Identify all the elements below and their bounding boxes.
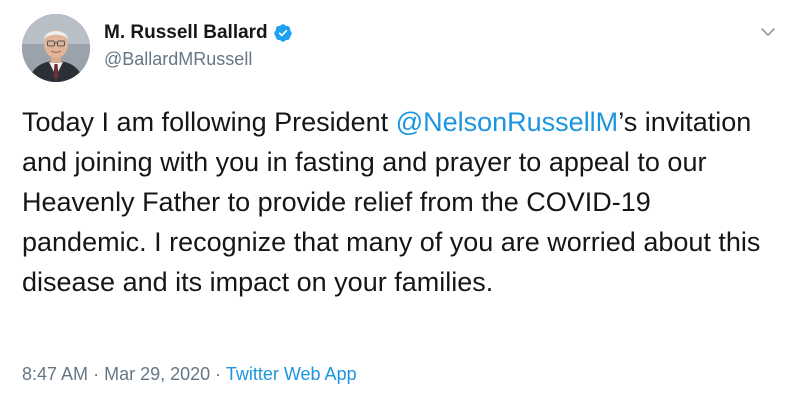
author-name-row[interactable]: M. Russell Ballard [104,22,293,44]
meta-separator: · [215,364,222,384]
mention-link[interactable]: @NelsonRussellM [396,107,618,137]
avatar-image [22,14,90,82]
author-handle[interactable]: @BallardMRussell [104,48,252,70]
tweet-time[interactable]: 8:47 AM [22,364,88,384]
chevron-down-icon[interactable] [758,22,778,42]
tweet-text: Today I am following President @NelsonRu… [22,102,782,302]
tweet-card: M. Russell Ballard @BallardMRussell Toda… [0,0,800,407]
tweet-source-link[interactable]: Twitter Web App [226,364,357,384]
avatar[interactable] [22,14,90,82]
verified-badge-icon [273,23,293,43]
tweet-meta: 8:47 AM · Mar 29, 2020 · Twitter Web App [22,363,357,385]
tweet-text-before: Today I am following President [22,107,396,137]
tweet-date[interactable]: Mar 29, 2020 [104,364,210,384]
author-display-name[interactable]: M. Russell Ballard [104,22,268,44]
meta-separator: · [93,364,100,384]
